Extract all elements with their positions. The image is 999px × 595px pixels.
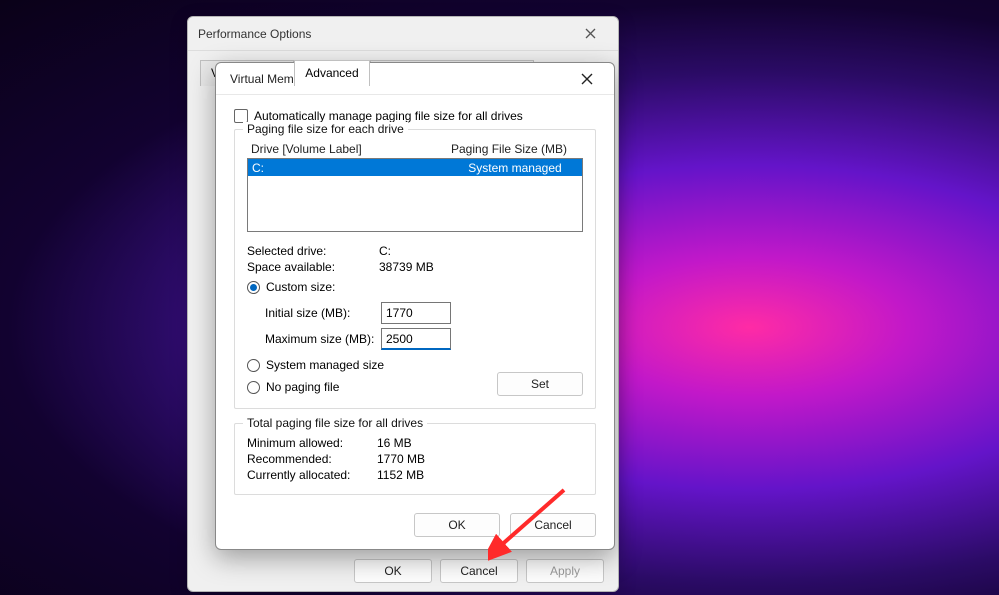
drives-list[interactable]: C: System managed (247, 158, 583, 232)
drives-col-drive: Drive [Volume Label] (251, 142, 451, 156)
selected-drive-label: Selected drive: (247, 244, 379, 258)
perf-titlebar: Performance Options (188, 17, 618, 51)
maximum-size-input[interactable] (381, 328, 451, 350)
auto-manage-row: Automatically manage paging file size fo… (234, 109, 596, 123)
auto-manage-label: Automatically manage paging file size fo… (254, 109, 523, 123)
minimum-label: Minimum allowed: (247, 436, 377, 450)
no-paging-row: No paging file (247, 380, 497, 394)
allocated-label: Currently allocated: (247, 468, 377, 482)
no-paging-label: No paging file (266, 380, 339, 394)
drives-header: Drive [Volume Label] Paging File Size (M… (247, 140, 583, 158)
allocated-value: 1152 MB (377, 468, 424, 482)
drive-letter: C: (248, 161, 448, 175)
allocated-row: Currently allocated: 1152 MB (247, 468, 583, 482)
system-managed-row: System managed size (247, 358, 583, 372)
vm-button-row: OK Cancel (216, 499, 614, 537)
totals-groupbox: Total paging file size for all drives Mi… (234, 423, 596, 495)
vm-titlebar: Virtual Memory (216, 63, 614, 95)
totals-legend: Total paging file size for all drives (243, 416, 427, 430)
initial-size-input[interactable] (381, 302, 451, 324)
tab-advanced[interactable]: Advanced (294, 60, 369, 86)
virtual-memory-dialog: Virtual Memory Automatically manage pagi… (215, 62, 615, 550)
system-managed-label: System managed size (266, 358, 384, 372)
size-inputs: Initial size (MB): Maximum size (MB): (265, 300, 583, 352)
perf-button-row: OK Cancel Apply (188, 559, 618, 583)
initial-size-label: Initial size (MB): (265, 306, 381, 320)
perf-apply-button[interactable]: Apply (526, 559, 604, 583)
perf-close-button[interactable] (572, 22, 608, 46)
close-icon (581, 73, 593, 85)
custom-size-label: Custom size: (266, 280, 335, 294)
recommended-row: Recommended: 1770 MB (247, 452, 583, 466)
drives-groupbox: Paging file size for each drive Drive [V… (234, 129, 596, 409)
close-icon (585, 28, 596, 39)
space-available-value: 38739 MB (379, 260, 434, 274)
radio-custom-size[interactable] (247, 281, 260, 294)
maximum-size-label: Maximum size (MB): (265, 332, 381, 346)
perf-cancel-button[interactable]: Cancel (440, 559, 518, 583)
set-button[interactable]: Set (497, 372, 583, 396)
vm-body: Automatically manage paging file size fo… (216, 95, 614, 499)
radio-system-managed[interactable] (247, 359, 260, 372)
recommended-value: 1770 MB (377, 452, 425, 466)
drives-col-size: Paging File Size (MB) (451, 142, 567, 156)
selected-drive-value: C: (379, 244, 391, 258)
minimum-value: 16 MB (377, 436, 412, 450)
perf-title: Performance Options (198, 27, 311, 41)
vm-close-button[interactable] (568, 66, 606, 92)
vm-cancel-button[interactable]: Cancel (510, 513, 596, 537)
radio-no-paging[interactable] (247, 381, 260, 394)
perf-ok-button[interactable]: OK (354, 559, 432, 583)
vm-ok-button[interactable]: OK (414, 513, 500, 537)
space-available-label: Space available: (247, 260, 379, 274)
selected-drive-row: Selected drive: C: (247, 244, 583, 258)
auto-manage-checkbox[interactable] (234, 109, 248, 123)
drives-legend: Paging file size for each drive (243, 122, 408, 136)
drive-size: System managed (448, 161, 582, 175)
custom-size-row: Custom size: (247, 280, 583, 294)
recommended-label: Recommended: (247, 452, 377, 466)
minimum-row: Minimum allowed: 16 MB (247, 436, 583, 450)
drive-row-c[interactable]: C: System managed (248, 159, 582, 176)
space-available-row: Space available: 38739 MB (247, 260, 583, 274)
